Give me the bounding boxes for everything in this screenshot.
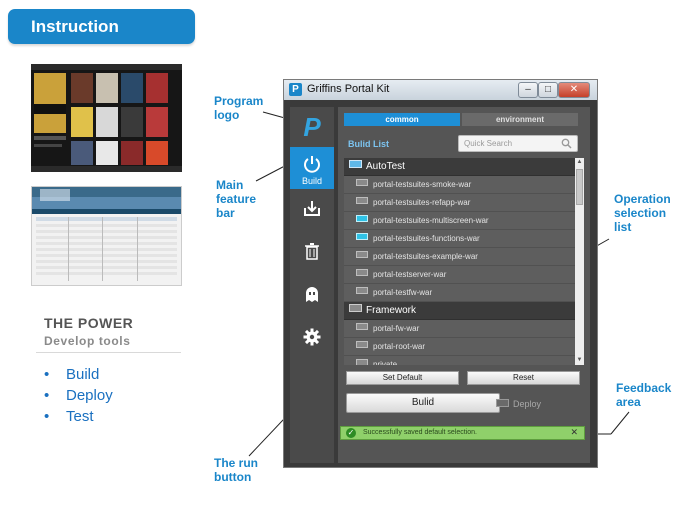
sidebar-item-settings[interactable] [290,320,334,362]
reset-button[interactable]: Reset [467,371,580,385]
ghost-icon [306,287,318,302]
list-item[interactable]: portal-testsuites-smoke-war [344,176,575,194]
build-button[interactable]: Bulid [346,393,500,413]
checkbox-icon [356,179,368,186]
callout-line-feedback-a [610,411,630,435]
feedback-message: Successfully saved default selection. [363,429,478,436]
search-input[interactable]: Quick Search [458,135,578,152]
build-list-title: Bulid List [348,139,389,149]
download-icon [304,201,320,216]
search-icon [561,138,572,149]
tab-environment[interactable]: environment [462,113,578,126]
list-item-label: portal-testsuites-multiscreen-war [373,216,489,225]
program-logo: P [303,112,321,142]
check-icon: ✓ [346,428,356,438]
main-feature-bar: P Build [290,107,334,463]
callout-run-button: The run button [214,456,258,484]
main-panel: common environment Bulid List Quick Sear… [338,107,590,463]
checkbox-icon [356,323,368,330]
gear-icon [303,328,321,346]
group-icon [349,160,362,168]
list-item[interactable]: private [344,356,575,365]
checkbox-icon [356,251,368,258]
checkbox-icon [356,359,368,365]
list-group-header[interactable]: Framework [344,302,575,320]
close-button[interactable]: ✕ [558,82,590,98]
callout-main-feature-bar: Main feature bar [216,178,257,220]
sidebar-item-label: Build [301,176,322,186]
checkbox-icon [356,287,368,294]
tab-bar: common environment [344,113,581,126]
trash-icon [305,243,319,260]
group-label: Framework [366,305,417,316]
list-item[interactable]: portal-testsuites-example-war [344,248,575,266]
maximize-button[interactable]: □ [538,82,558,98]
window-titlebar[interactable]: P Griffins Portal Kit – □ ✕ [284,80,597,100]
sidebar-item-deploy[interactable] [290,191,334,233]
list-item[interactable]: portal-root-war [344,338,575,356]
set-default-button[interactable]: Set Default [346,371,459,385]
search-placeholder: Quick Search [464,139,513,148]
list-item[interactable]: portal-testsuites-refapp-war [344,194,575,212]
list-item[interactable]: portal-testfw-war [344,284,575,302]
app-icon: P [289,83,302,96]
deploy-checkbox[interactable]: Deploy [496,399,541,409]
list-item-label: portal-fw-war [373,324,420,333]
dismiss-feedback-button[interactable]: ✕ [570,427,578,438]
sidebar-item-build[interactable]: Build [290,147,334,189]
list-item[interactable]: portal-testsuites-multiscreen-war [344,212,575,230]
list-item-label: portal-testsuites-smoke-war [373,180,472,189]
checkbox-icon [356,341,368,348]
checkbox-icon [356,269,368,276]
checkbox-checked-icon [356,215,368,222]
checkbox-icon [356,197,368,204]
list-item-label: portal-root-war [373,342,426,351]
group-icon [349,304,362,312]
callout-operation-selection-list: Operation selection list [614,192,671,234]
list-item-label: portal-testfw-war [373,288,433,297]
operation-selection-list: AutoTest portal-testsuites-smoke-war por… [344,158,575,365]
list-item-label: portal-testserver-war [373,270,447,279]
checkbox-checked-icon [356,233,368,240]
list-item-label: portal-testsuites-example-war [373,252,478,261]
scroll-down-icon[interactable]: ▼ [575,356,584,365]
callout-feedback-area: Feedback area [616,381,672,409]
minimize-button[interactable]: – [518,82,538,98]
list-group-header[interactable]: AutoTest [344,158,575,176]
power-icon [304,156,320,173]
callout-program-logo: Program logo [214,94,264,122]
list-item-label: private [373,360,398,365]
checkbox-icon [496,399,509,407]
scrollbar-thumb[interactable] [576,169,583,205]
list-item-label: portal-testsuites-refapp-war [373,198,471,207]
scroll-up-icon[interactable]: ▲ [575,158,584,167]
list-item[interactable]: portal-fw-war [344,320,575,338]
list-item[interactable]: portal-testsuites-functions-war [344,230,575,248]
group-label: AutoTest [366,161,405,172]
list-item-label: portal-testsuites-functions-war [373,234,480,243]
deploy-checkbox-label: Deploy [513,399,542,409]
app-window: P Griffins Portal Kit – □ ✕ P Build comm… [283,79,598,468]
feedback-area: ✓ Successfully saved default selection. … [340,426,585,440]
window-title: Griffins Portal Kit [307,83,390,95]
sidebar-item-ghost[interactable] [290,277,334,319]
sidebar-item-delete[interactable] [290,234,334,276]
list-item[interactable]: portal-testserver-war [344,266,575,284]
list-scrollbar[interactable]: ▲ ▼ [575,158,584,365]
tab-common[interactable]: common [344,113,460,126]
